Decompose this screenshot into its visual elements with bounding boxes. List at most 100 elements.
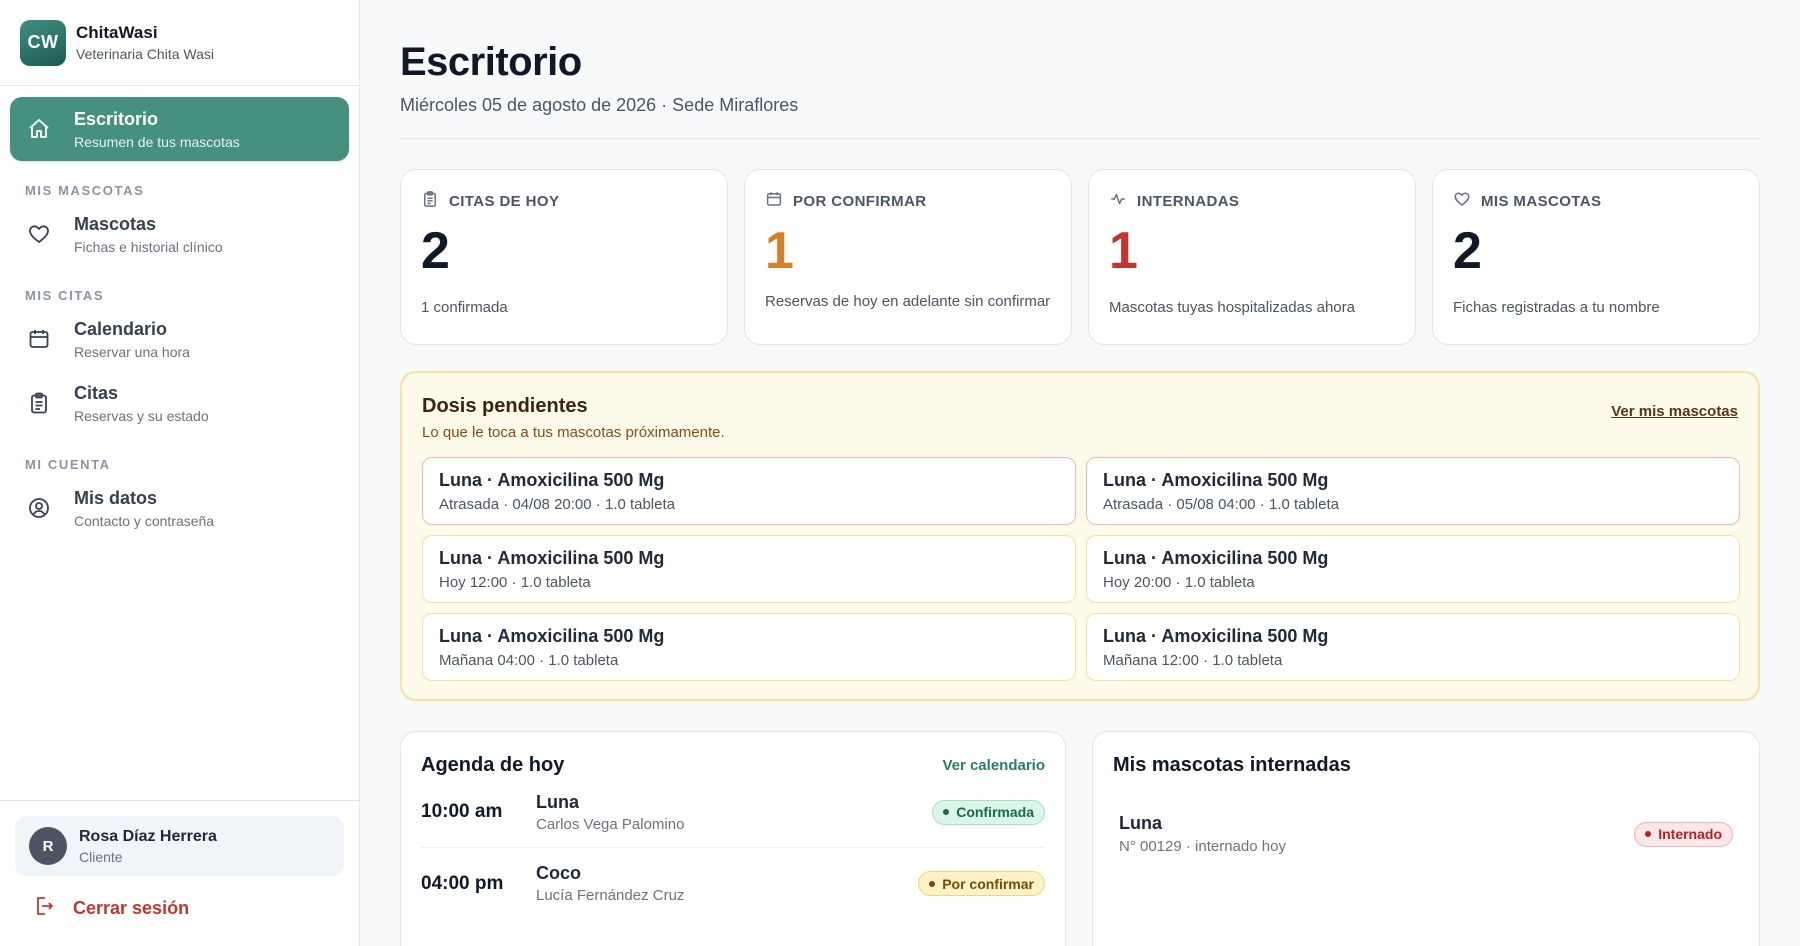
stat-card-citas-hoy: CITAS DE HOY 2 1 confirmada <box>400 169 728 345</box>
stat-label: CITAS DE HOY <box>449 193 560 210</box>
stat-description: Mascotas tuyas hospitalizadas ahora <box>1109 299 1355 317</box>
brand-subtitle: Veterinaria Chita Wasi <box>76 46 214 62</box>
appointment-time: 10:00 am <box>421 801 503 822</box>
stat-value: 2 <box>1453 222 1482 280</box>
stat-card-por-confirmar: POR CONFIRMAR 1 Reservas de hoy en adela… <box>744 169 1072 345</box>
agenda-title: Agenda de hoy <box>421 754 565 776</box>
stat-description: Fichas registradas a tu nombre <box>1453 299 1660 317</box>
agenda-panel: Agenda de hoy Ver calendario 10:00 am Lu… <box>400 731 1066 946</box>
stat-value: 1 <box>765 222 794 280</box>
view-pets-link[interactable]: Ver mis mascotas <box>1611 403 1738 420</box>
dose-card[interactable]: Luna · Amoxicilina 500 Mg Mañana 12:00 ·… <box>1086 613 1740 681</box>
dose-card[interactable]: Luna · Amoxicilina 500 Mg Hoy 12:00 · 1.… <box>422 535 1076 603</box>
user-card[interactable]: R Rosa Díaz Herrera Cliente <box>15 816 344 876</box>
sidebar-footer: R Rosa Díaz Herrera Cliente Cerrar sesió… <box>0 800 359 946</box>
sidebar: CW ChitaWasi Veterinaria Chita Wasi Escr… <box>0 0 360 946</box>
dose-name: Luna · Amoxicilina 500 Mg <box>439 470 665 490</box>
dose-detail: Atrasada · 04/08 20:00 · 1.0 tableta <box>439 496 675 513</box>
page-subtitle: Miércoles 05 de agosto de 2026 · Sede Mi… <box>400 95 799 115</box>
dose-card[interactable]: Luna · Amoxicilina 500 Mg Atrasada · 04/… <box>422 457 1076 525</box>
user-circle-icon <box>26 495 52 521</box>
clipboard-icon <box>26 390 52 416</box>
page-title: Escritorio <box>400 40 582 84</box>
appointment-row[interactable]: 10:00 am Luna Carlos Vega Palomino Confi… <box>421 777 1045 848</box>
sidebar-item-sublabel: Resumen de tus mascotas <box>74 133 240 150</box>
activity-icon <box>1109 190 1127 213</box>
dose-card[interactable]: Luna · Amoxicilina 500 Mg Mañana 04:00 ·… <box>422 613 1076 681</box>
dose-grid: Luna · Amoxicilina 500 Mg Atrasada · 04/… <box>422 457 1740 681</box>
nav-section-title: MIS CITAS <box>25 288 105 303</box>
sidebar-nav: Escritorio Resumen de tus mascotas MIS M… <box>0 86 359 540</box>
sidebar-item-sublabel: Reservas y su estado <box>74 407 209 424</box>
appointment-owner: Lucía Fernández Cruz <box>536 887 685 904</box>
sidebar-item-label: Citas <box>74 382 119 403</box>
dose-name: Luna · Amoxicilina 500 Mg <box>1103 548 1329 568</box>
doses-title: Dosis pendientes <box>422 395 588 417</box>
logout-icon <box>31 894 55 923</box>
sidebar-item-label: Mascotas <box>74 213 157 234</box>
hospitalized-pet: Luna <box>1119 813 1162 833</box>
status-dot <box>943 809 950 815</box>
status-dot <box>1645 831 1652 837</box>
main-content: Escritorio Miércoles 05 de agosto de 202… <box>400 0 1760 946</box>
stat-label: POR CONFIRMAR <box>793 193 927 210</box>
nav-section-title: MIS MASCOTAS <box>25 183 145 198</box>
brand-logo: CW <box>20 19 66 66</box>
sidebar-item-label: Calendario <box>74 318 168 339</box>
sidebar-item-mis-datos[interactable]: Mis datos Contacto y contraseña <box>10 476 349 540</box>
dose-card[interactable]: Luna · Amoxicilina 500 Mg Hoy 20:00 · 1.… <box>1086 535 1740 603</box>
stat-description: Reservas de hoy en adelante sin confirma… <box>765 293 1051 311</box>
hospitalized-panel: Mis mascotas internadas Luna N° 00129 · … <box>1092 731 1760 946</box>
appointment-pet: Coco <box>536 863 581 883</box>
dose-detail: Mañana 04:00 · 1.0 tableta <box>439 652 619 669</box>
status-label: Por confirmar <box>942 875 1034 892</box>
dose-detail: Mañana 12:00 · 1.0 tableta <box>1103 652 1283 669</box>
doses-subtitle: Lo que le toca a tus mascotas próximamen… <box>422 424 725 441</box>
status-badge: Confirmada <box>932 799 1045 825</box>
calendar-icon <box>765 190 783 213</box>
sidebar-item-sublabel: Fichas e historial clínico <box>74 238 223 255</box>
status-dot <box>929 880 936 887</box>
user-role: Cliente <box>79 848 123 865</box>
sidebar-item-calendario[interactable]: Calendario Reservar una hora <box>10 307 349 371</box>
nav-section-title: MI CUENTA <box>25 457 111 472</box>
logout-button[interactable]: Cerrar sesión <box>15 894 344 923</box>
stat-label: INTERNADAS <box>1137 193 1240 210</box>
dose-name: Luna · Amoxicilina 500 Mg <box>1103 470 1329 490</box>
hospitalized-row[interactable]: Luna N° 00129 · internado hoy Internado <box>1113 813 1739 855</box>
sidebar-item-mascotas[interactable]: Mascotas Fichas e historial clínico <box>10 202 349 266</box>
brand-name: ChitaWasi <box>76 23 158 42</box>
sidebar-item-sublabel: Contacto y contraseña <box>74 512 215 529</box>
hospitalized-title: Mis mascotas internadas <box>1113 754 1351 776</box>
view-calendar-link[interactable]: Ver calendario <box>942 757 1045 774</box>
dose-name: Luna · Amoxicilina 500 Mg <box>439 548 665 568</box>
dose-detail: Atrasada · 05/08 04:00 · 1.0 tableta <box>1103 496 1339 513</box>
stats-row: CITAS DE HOY 2 1 confirmada POR CONFIRMA… <box>400 169 1760 345</box>
bottom-panels: Agenda de hoy Ver calendario 10:00 am Lu… <box>400 731 1760 946</box>
calendar-icon <box>26 326 52 352</box>
header-divider <box>400 138 1760 139</box>
stat-description: 1 confirmada <box>421 299 508 317</box>
appointment-row[interactable]: 04:00 pm Coco Lucía Fernández Cruz Por c… <box>421 848 1045 919</box>
dose-detail: Hoy 12:00 · 1.0 tableta <box>439 574 591 591</box>
status-label: Internado <box>1658 826 1722 842</box>
status-badge: Por confirmar <box>918 871 1045 896</box>
status-badge: Internado <box>1634 821 1733 847</box>
sidebar-item-label: Mis datos <box>74 487 158 508</box>
logout-label: Cerrar sesión <box>73 898 190 918</box>
sidebar-item-citas[interactable]: Citas Reservas y su estado <box>10 371 349 435</box>
dose-name: Luna · Amoxicilina 500 Mg <box>1103 626 1329 646</box>
stat-value: 1 <box>1109 222 1138 280</box>
status-label: Confirmada <box>956 804 1034 820</box>
dose-card[interactable]: Luna · Amoxicilina 500 Mg Atrasada · 05/… <box>1086 457 1740 525</box>
dose-detail: Hoy 20:00 · 1.0 tableta <box>1103 574 1255 591</box>
sidebar-item-escritorio[interactable]: Escritorio Resumen de tus mascotas <box>10 97 349 161</box>
appointment-time: 04:00 pm <box>421 872 504 894</box>
clipboard-icon <box>421 190 439 213</box>
stat-card-mis-mascotas: MIS MASCOTAS 2 Fichas registradas a tu n… <box>1432 169 1760 345</box>
user-name: Rosa Díaz Herrera <box>79 827 217 845</box>
brand-header: CW ChitaWasi Veterinaria Chita Wasi <box>0 0 359 86</box>
hospitalized-detail: N° 00129 · internado hoy <box>1119 838 1286 855</box>
stat-card-internadas: INTERNADAS 1 Mascotas tuyas hospitalizad… <box>1088 169 1416 345</box>
pending-doses-panel: Dosis pendientes Lo que le toca a tus ma… <box>400 371 1760 701</box>
